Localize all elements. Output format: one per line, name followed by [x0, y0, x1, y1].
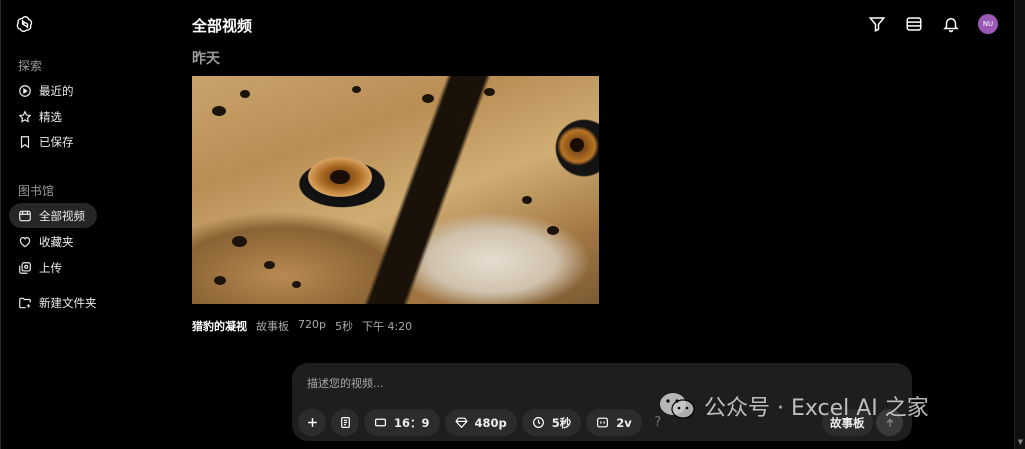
resolution-value: 480p: [474, 415, 507, 430]
fur-spot: [522, 196, 532, 204]
star-icon: [18, 109, 32, 123]
sidebar-item-recent[interactable]: 最近的: [9, 78, 97, 103]
fur-spot: [240, 90, 250, 98]
fur-spot: [547, 226, 559, 235]
sidebar-item-all-videos[interactable]: 全部视频: [9, 203, 97, 228]
avatar[interactable]: NU: [978, 14, 998, 34]
plus-icon: [307, 418, 317, 427]
video-title[interactable]: 猎豹的凝视: [192, 318, 247, 334]
page-title: 全部视频: [192, 17, 253, 35]
fur-spot: [454, 116, 463, 123]
duration-value: 5秒: [551, 415, 572, 430]
notifications-button[interactable]: [941, 15, 960, 34]
scroll-down-arrow-icon[interactable]: ▼: [1016, 438, 1025, 447]
eye-pupil: [570, 138, 584, 152]
sidebar-item-label: 全部视频: [39, 208, 85, 223]
storyboard-button[interactable]: 故事板: [822, 409, 873, 436]
presets-button[interactable]: [331, 409, 359, 436]
app-window: 探索 最近的 精选 已保存 图书馆 全部视频 收藏夹 上传 新建文件夹 全部视频…: [0, 0, 1025, 449]
fur-spot: [422, 94, 434, 103]
scrollbar[interactable]: ▼: [1014, 0, 1025, 449]
video-type: 故事板: [256, 320, 289, 333]
header-actions: NU: [867, 14, 998, 34]
add-button[interactable]: [298, 409, 326, 436]
fur-spot: [264, 261, 275, 269]
fur-spot: [352, 86, 361, 93]
aspect-ratio-value: 16：9: [394, 415, 430, 430]
openai-logo-icon[interactable]: [15, 14, 35, 34]
arrow-up-icon: [886, 418, 893, 427]
video-library-icon: [19, 210, 31, 221]
video-resolution: 720p: [298, 318, 326, 331]
play-circle-icon: [19, 84, 31, 97]
clock-icon: [532, 417, 544, 428]
sidebar-item-saved[interactable]: 已保存: [9, 129, 97, 154]
fur-spot: [212, 106, 226, 116]
sidebar-item-favorites[interactable]: 收藏夹: [9, 229, 97, 254]
fur-spot: [232, 236, 247, 247]
help-button[interactable]: ?: [647, 409, 669, 436]
sidebar-item-label: 上传: [39, 260, 62, 275]
library-section-label: 图书馆: [18, 184, 55, 198]
resolution-button[interactable]: 480p: [444, 409, 517, 436]
date-group-label: 昨天: [192, 51, 220, 67]
list-view-icon: [906, 17, 921, 31]
video-duration: 5秒: [334, 320, 353, 333]
heart-icon: [19, 236, 31, 247]
filter-icon: [868, 17, 885, 32]
video-thumbnail[interactable]: [192, 76, 599, 304]
sidebar-item-label: 最近的: [39, 83, 74, 98]
aspect-ratio-icon: [375, 418, 386, 427]
duration-button[interactable]: 5秒: [521, 409, 582, 436]
sidebar-item-label: 新建文件夹: [39, 295, 97, 310]
eye-pupil: [330, 170, 350, 184]
upload-icon: [19, 261, 31, 274]
new-folder-icon: [19, 297, 31, 308]
prompt-input[interactable]: [307, 377, 727, 390]
variations-value: 2v: [616, 415, 632, 430]
variations-button[interactable]: 2v: [586, 409, 642, 436]
sidebar-item-upload[interactable]: 上传: [9, 255, 97, 280]
send-button[interactable]: [876, 409, 903, 436]
sidebar-item-label: 已保存: [39, 134, 74, 149]
list-view-button[interactable]: [904, 15, 923, 34]
variations-icon: [597, 417, 609, 428]
bookmark-icon: [20, 135, 30, 148]
sidebar: 探索 最近的 精选 已保存 图书馆 全部视频 收藏夹 上传 新建文件夹: [1, 0, 111, 449]
prompt-toolbar: 16：9 480p 5秒 2v ?: [298, 409, 669, 436]
video-time: 下午 4:20: [361, 320, 413, 333]
explore-section-label: 探索: [18, 59, 43, 73]
aspect-ratio-button[interactable]: 16：9: [364, 409, 440, 436]
fur-spot: [484, 88, 495, 96]
video-meta: 猎豹的凝视 故事板 720p 5秒 下午 4:20: [192, 318, 412, 334]
filter-button[interactable]: [867, 15, 886, 34]
diamond-icon: [454, 417, 468, 429]
sidebar-item-new-folder[interactable]: 新建文件夹: [9, 290, 97, 315]
fur-spot: [214, 276, 226, 285]
sidebar-item-label: 收藏夹: [39, 234, 74, 249]
fur-spot: [292, 281, 301, 288]
bell-icon: [942, 18, 959, 33]
sidebar-item-featured[interactable]: 精选: [9, 104, 97, 129]
sidebar-item-label: 精选: [39, 109, 62, 124]
document-icon: [340, 417, 350, 428]
prompt-composer: 16：9 480p 5秒 2v ? 故事板: [292, 363, 912, 441]
